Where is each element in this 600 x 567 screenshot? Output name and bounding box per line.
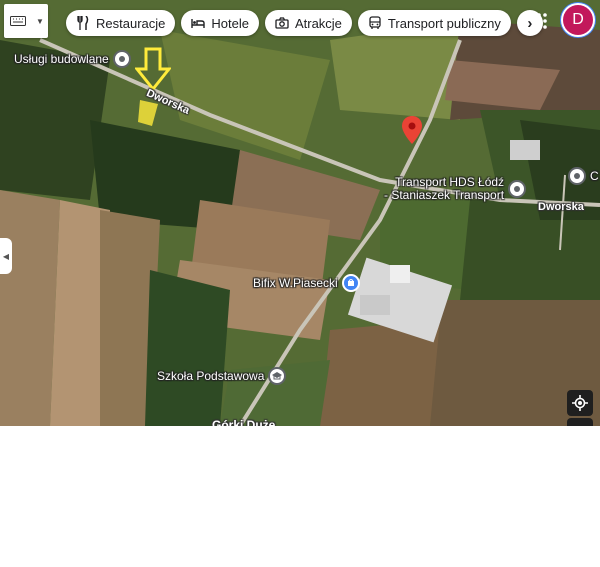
poi-label: Szkoła Podstawowa (157, 368, 265, 383)
location-marker-icon[interactable] (402, 116, 422, 144)
poi-label: Usługi budowlane (14, 51, 109, 66)
chevron-down-icon[interactable]: ▼ (32, 17, 48, 26)
my-location-button[interactable] (567, 390, 593, 416)
apps-grid-icon[interactable] (530, 12, 548, 30)
poi-bifix[interactable]: Bifix W.Piasecki (253, 274, 360, 292)
crosshair-icon (572, 395, 588, 411)
school-icon (268, 367, 287, 385)
place-label-gorki: Górki Duże (212, 418, 276, 426)
chip-label: Atrakcje (294, 15, 342, 31)
camera-icon (275, 16, 289, 30)
account-avatar[interactable]: D (563, 5, 593, 35)
bed-icon (191, 16, 206, 30)
road-label-dworska-east: Dworska (538, 201, 584, 213)
fork-knife-icon (76, 16, 90, 30)
satellite-map[interactable]: Usługi budowlane Transport HDS Łódź - St… (0, 0, 600, 426)
keyboard-icon (4, 16, 32, 26)
chip-attractions[interactable]: Atrakcje (264, 10, 352, 36)
zoom-button[interactable] (567, 418, 593, 426)
input-tools-button[interactable]: ▼ (4, 4, 48, 38)
chip-label: Transport publiczny (387, 15, 501, 31)
poi-label-line2: - Staniaszek Transport (384, 188, 505, 202)
collapse-panel-button[interactable]: ◀ (0, 238, 12, 274)
chip-hotels[interactable]: Hotele (181, 10, 259, 36)
poi-c[interactable]: C (568, 167, 599, 185)
poi-label: Bifix W.Piasecki (253, 275, 338, 290)
pin-icon (568, 167, 586, 185)
category-chips: Restauracje Hotele Atrakcje Transport pu… (66, 10, 543, 36)
bus-icon (368, 16, 382, 30)
chip-restaurants[interactable]: Restauracje (66, 10, 176, 36)
annotation-arrow-icon (135, 47, 171, 91)
poi-label: C (590, 168, 599, 183)
chip-label: Restauracje (96, 15, 166, 31)
pin-icon (508, 180, 527, 198)
poi-uslugi-budowlane[interactable]: Usługi budowlane (14, 50, 131, 68)
poi-transport-hds[interactable]: Transport HDS Łódź - Staniaszek Transpor… (384, 176, 527, 202)
shop-icon (341, 274, 360, 292)
chip-public-transport[interactable]: Transport publiczny (357, 10, 511, 36)
pin-icon (112, 50, 131, 68)
poi-szkola[interactable]: Szkoła Podstawowa (157, 367, 287, 385)
chip-label: Hotele (211, 15, 249, 31)
